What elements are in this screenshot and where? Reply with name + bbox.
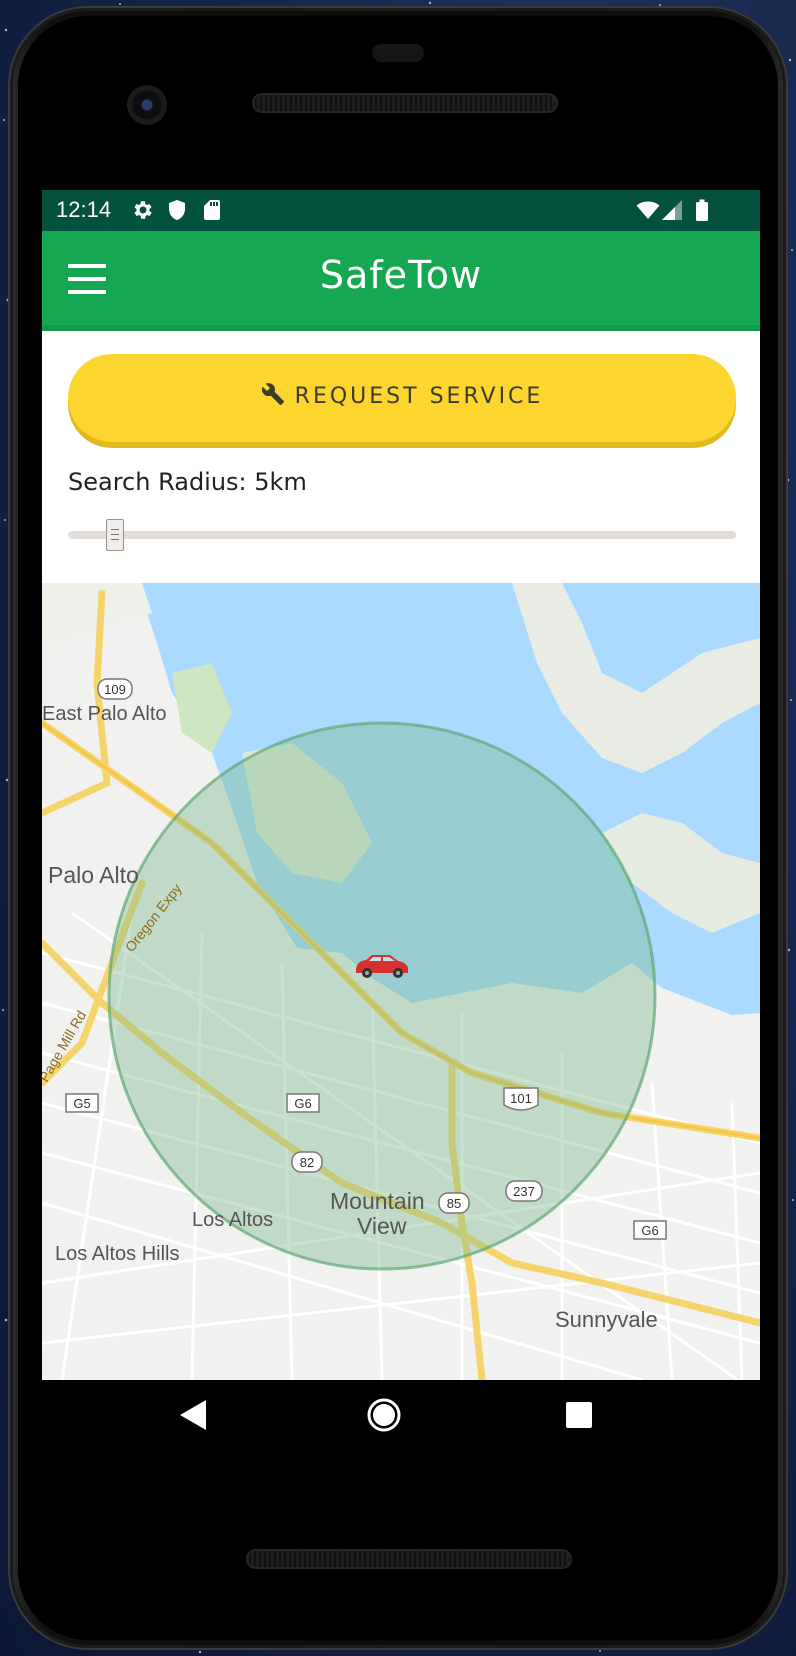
wrench-icon (261, 383, 284, 405)
map-label-view: View (357, 1213, 407, 1239)
svg-text:101: 101 (510, 1091, 532, 1106)
svg-text:G6: G6 (294, 1096, 311, 1111)
map-label-east-palo-alto: East Palo Alto (42, 703, 167, 725)
svg-text:109: 109 (104, 682, 126, 697)
svg-text:85: 85 (447, 1196, 461, 1211)
map-canvas: East Palo Alto Palo Alto Oregon Expy Pag… (42, 583, 760, 1380)
wifi-icon (636, 201, 660, 219)
search-radius-slider[interactable] (68, 519, 736, 551)
app-bar: SafeTow (42, 231, 760, 328)
controls-panel: REQUEST SERVICE Search Radius: 5km (42, 331, 760, 583)
sd-card-icon (204, 200, 220, 220)
route-shield-g6: G6 (286, 1093, 320, 1113)
shield-icon (169, 200, 185, 220)
svg-text:82: 82 (300, 1155, 314, 1170)
battery-icon (696, 199, 708, 221)
back-icon[interactable] (180, 1400, 206, 1430)
search-radius-slider-thumb[interactable] (105, 519, 124, 551)
map-label-los-altos-hills: Los Altos Hills (55, 1243, 180, 1265)
app-title: SafeTow (319, 253, 483, 297)
map-label-palo-alto: Palo Alto (48, 862, 139, 888)
map-view[interactable]: East Palo Alto Palo Alto Oregon Expy Pag… (42, 583, 760, 1380)
request-service-label: REQUEST SERVICE (294, 384, 544, 409)
route-shield-237: 237 (505, 1180, 543, 1202)
svg-text:237: 237 (513, 1184, 535, 1199)
status-time: 12:14 (56, 197, 112, 222)
gear-icon (134, 201, 152, 219)
recents-icon[interactable] (566, 1402, 592, 1428)
bottom-speaker-grille (246, 1549, 572, 1569)
navigation-bar (0, 1380, 796, 1460)
device-screen: 12:14 SafeTow REQUEST SERVICE Search Rad… (42, 190, 760, 1380)
top-speaker-grille (252, 93, 558, 113)
svg-text:G6: G6 (641, 1223, 658, 1238)
status-bar: 12:14 (42, 190, 760, 231)
route-shield-82: 82 (291, 1151, 323, 1173)
request-service-button[interactable]: REQUEST SERVICE (68, 354, 736, 442)
sensor-slot (372, 44, 424, 62)
search-radius-label: Search Radius: 5km (68, 468, 307, 496)
route-shield-85: 85 (438, 1192, 470, 1214)
svg-text:G5: G5 (73, 1096, 90, 1111)
signal-icon (662, 200, 682, 220)
request-service-content: REQUEST SERVICE (68, 382, 736, 409)
map-label-sunnyvale: Sunnyvale (555, 1307, 658, 1332)
route-shield-g6-east: G6 (633, 1220, 667, 1240)
home-icon[interactable] (367, 1398, 401, 1432)
route-shield-109: 109 (97, 678, 133, 700)
route-shield-g5: G5 (65, 1093, 99, 1113)
map-label-mountain: Mountain (330, 1188, 425, 1214)
map-label-los-altos: Los Altos (192, 1209, 273, 1231)
route-shield-101: 101 (503, 1087, 539, 1111)
front-camera (127, 85, 167, 125)
